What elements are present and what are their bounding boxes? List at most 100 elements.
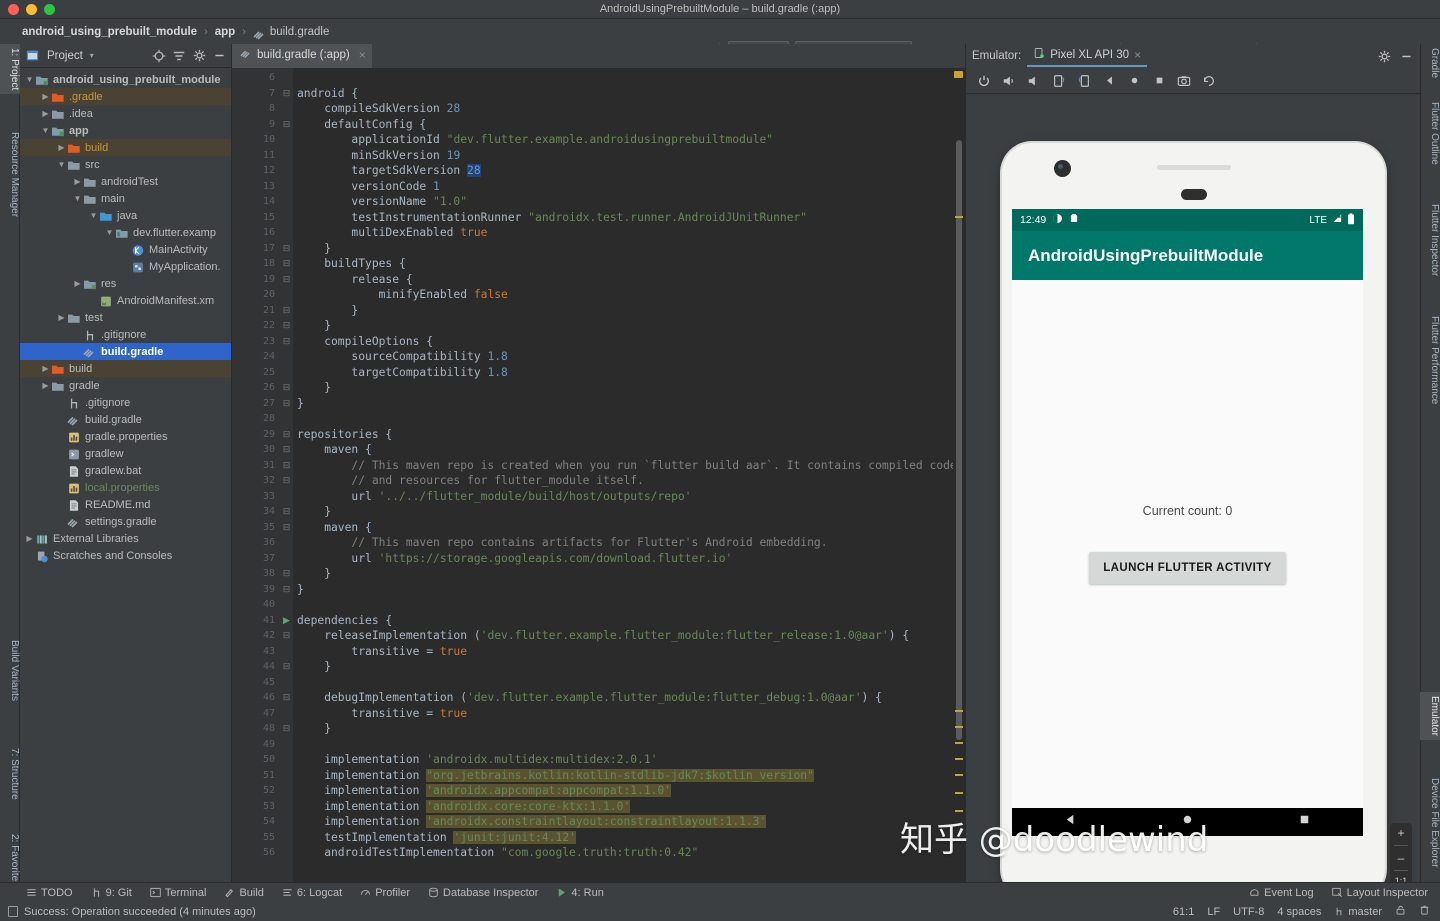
tree-node[interactable]: •MAndroidManifest.xm (20, 292, 231, 309)
sidebar-item-gradle[interactable]: Gradle (1420, 44, 1440, 82)
tree-node[interactable]: •Scratches and Consoles (20, 547, 231, 564)
fold-marker[interactable] (280, 814, 293, 830)
code-line[interactable]: } (293, 380, 965, 396)
code-line[interactable] (293, 737, 965, 753)
code-line[interactable]: minSdkVersion 19 (293, 148, 965, 164)
fold-marker[interactable] (280, 489, 293, 505)
fold-marker[interactable]: ⊟ (280, 520, 293, 536)
tree-node[interactable]: ▼app (20, 122, 231, 139)
fold-marker[interactable] (280, 349, 293, 365)
fold-marker[interactable]: ⊟ (280, 318, 293, 334)
code-line[interactable]: repositories { (293, 427, 965, 443)
sidebar-item-flutter-inspector[interactable]: Flutter Inspector (1420, 200, 1440, 280)
tool-window-terminal[interactable]: Terminal (150, 887, 207, 899)
tree-node[interactable]: •build.gradle (20, 343, 231, 360)
sidebar-item-flutter-performance[interactable]: Flutter Performance (1420, 312, 1440, 408)
code-line[interactable]: androidTestImplementation "com.google.tr… (293, 845, 965, 861)
fold-marker[interactable] (280, 675, 293, 691)
fold-marker[interactable]: ⊟ (280, 256, 293, 272)
code-line[interactable]: debugImplementation ('dev.flutter.exampl… (293, 690, 965, 706)
fold-marker[interactable]: ⊟ (280, 690, 293, 706)
code-text[interactable]: android { compileSdkVersion 28 defaultCo… (293, 68, 965, 882)
code-line[interactable]: versionName "1.0" (293, 194, 965, 210)
fold-marker[interactable] (280, 597, 293, 613)
sidebar-item-build-variants[interactable]: Build Variants (0, 636, 20, 705)
fold-marker[interactable]: ⊟ (280, 473, 293, 489)
indent-setting[interactable]: 4 spaces (1277, 906, 1321, 918)
fold-marker[interactable] (280, 783, 293, 799)
code-line[interactable]: } (293, 504, 965, 520)
code-line[interactable] (293, 675, 965, 691)
tree-node[interactable]: ▶.gradle (20, 88, 231, 105)
code-line[interactable]: } (293, 721, 965, 737)
fold-marker[interactable] (280, 768, 293, 784)
fold-marker[interactable]: ⊟ (280, 86, 293, 102)
run-gutter-icon[interactable]: ▶ (280, 613, 293, 629)
code-editor[interactable]: 6789101112131415161718192021222324252627… (232, 68, 965, 882)
fold-marker[interactable]: ⊟ (280, 504, 293, 520)
tool-window-run[interactable]: 4: Run (556, 887, 603, 899)
fold-marker[interactable]: ⊟ (280, 334, 293, 350)
fold-marker[interactable]: ⊟ (280, 241, 293, 257)
emulator-zoom-controls[interactable]: + – 1:1 (1390, 823, 1412, 882)
fold-marker[interactable]: ⊟ (280, 566, 293, 582)
tree-node[interactable]: •README.md (20, 496, 231, 513)
code-line[interactable]: versionCode 1 (293, 179, 965, 195)
tree-node[interactable]: •.gitignore (20, 326, 231, 343)
tree-node[interactable]: •settings.gradle (20, 513, 231, 530)
code-line[interactable]: // This maven repo is created when you r… (293, 458, 965, 474)
line-separator[interactable]: LF (1207, 906, 1220, 918)
fold-marker[interactable] (280, 194, 293, 210)
fold-marker[interactable] (280, 70, 293, 86)
code-line[interactable]: maven { (293, 520, 965, 536)
overview-icon[interactable] (1151, 73, 1167, 89)
git-branch-widget[interactable]: master (1334, 906, 1382, 918)
fold-marker[interactable]: ⊟ (280, 117, 293, 133)
fold-marker[interactable] (280, 225, 293, 241)
code-line[interactable]: android { (293, 86, 965, 102)
chevron-right-icon[interactable]: ▶ (72, 177, 83, 186)
code-line[interactable]: // and resources for flutter_module itse… (293, 473, 965, 489)
code-line[interactable]: releaseImplementation ('dev.flutter.exam… (293, 628, 965, 644)
tree-node[interactable]: •gradlew (20, 445, 231, 462)
tree-node[interactable]: ▼android_using_prebuilt_module (20, 71, 231, 88)
code-line[interactable]: minifyEnabled false (293, 287, 965, 303)
code-line[interactable]: } (293, 396, 965, 412)
code-line[interactable]: } (293, 318, 965, 334)
tool-window-database-inspector[interactable]: Database Inspector (428, 887, 538, 899)
chevron-right-icon[interactable]: ▶ (56, 313, 67, 322)
screenshot-icon[interactable] (1176, 73, 1192, 89)
code-line[interactable] (293, 597, 965, 613)
code-line[interactable]: transitive = true (293, 644, 965, 660)
code-line[interactable] (293, 70, 965, 86)
fold-marker[interactable]: ⊟ (280, 380, 293, 396)
fold-marker[interactable] (280, 830, 293, 846)
sidebar-item-flutter-outline[interactable]: Flutter Outline (1420, 98, 1440, 169)
fold-marker[interactable]: ⊟ (280, 396, 293, 412)
project-tree[interactable]: ▼android_using_prebuilt_module▶.gradle▶.… (20, 68, 231, 564)
collapse-all-icon[interactable] (171, 48, 187, 64)
chevron-right-icon[interactable]: ▶ (40, 92, 51, 101)
code-line[interactable] (293, 411, 965, 427)
locate-icon[interactable] (151, 48, 167, 64)
code-line[interactable]: testImplementation 'junit:junit:4.12' (293, 830, 965, 846)
fold-marker[interactable]: ⊟ (280, 659, 293, 675)
tree-node[interactable]: •build.gradle (20, 411, 231, 428)
close-icon[interactable]: × (359, 48, 366, 62)
chevron-right-icon[interactable]: ▶ (40, 364, 51, 373)
fold-marker[interactable] (280, 210, 293, 226)
fold-marker[interactable] (280, 551, 293, 567)
fold-marker[interactable] (280, 706, 293, 722)
tool-window-profiler[interactable]: Profiler (360, 887, 410, 899)
code-line[interactable]: // This maven repo contains artifacts fo… (293, 535, 965, 551)
code-line[interactable]: applicationId "dev.flutter.example.andro… (293, 132, 965, 148)
fold-marker[interactable] (280, 163, 293, 179)
code-line[interactable]: implementation 'androidx.appcompat:appco… (293, 783, 965, 799)
tree-node[interactable]: ▼main (20, 190, 231, 207)
editor-tab-build-gradle[interactable]: build.gradle (:app) × (232, 44, 372, 68)
chevron-down-icon[interactable]: ▼ (104, 228, 115, 237)
sidebar-item-project[interactable]: 1: Project (0, 44, 20, 94)
fold-marker[interactable] (280, 752, 293, 768)
chevron-right-icon[interactable]: ▶ (24, 534, 35, 543)
fold-marker[interactable] (280, 535, 293, 551)
